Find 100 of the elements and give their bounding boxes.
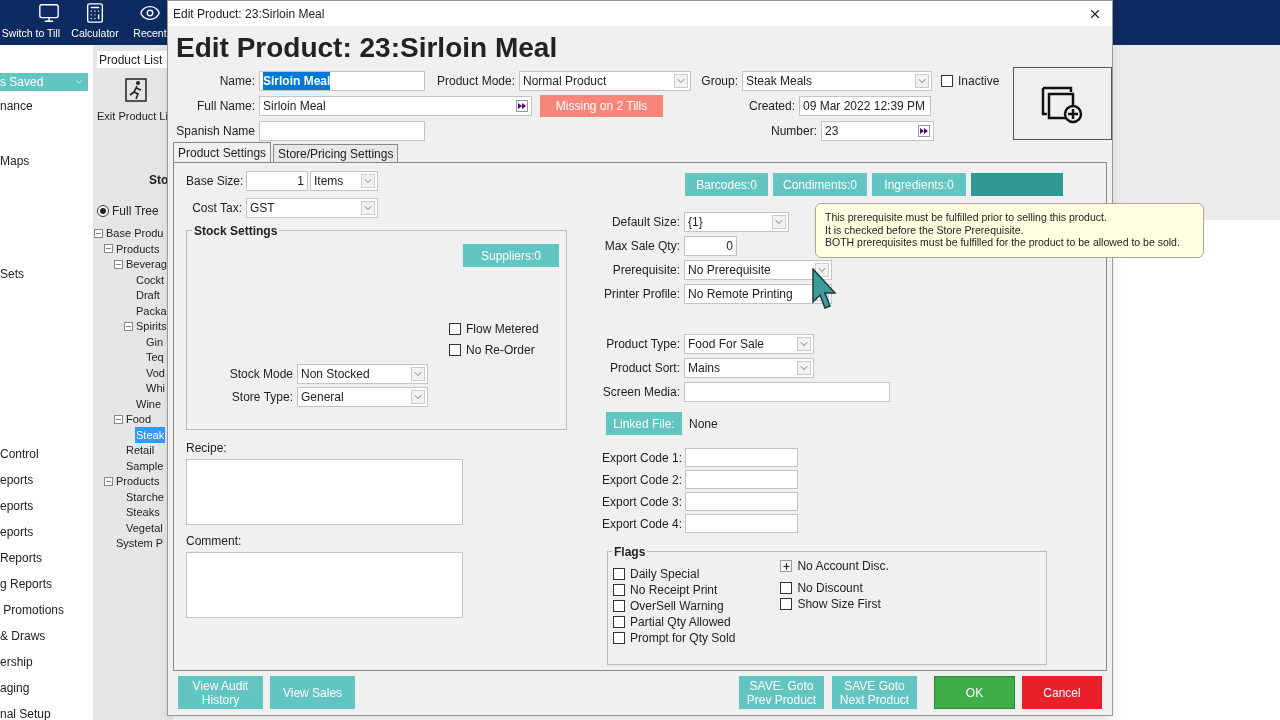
sidebar-item[interactable]: ership bbox=[0, 655, 93, 670]
double-arrow-icon[interactable] bbox=[516, 100, 528, 112]
tree-toggle[interactable] bbox=[124, 321, 133, 331]
field-label: Export Code 4: bbox=[602, 515, 684, 533]
text-field[interactable] bbox=[685, 470, 798, 489]
tab[interactable]: Store/Pricing Settings bbox=[273, 144, 399, 162]
sidebar-item[interactable]: nal Setup bbox=[0, 707, 93, 720]
tree-item[interactable]: Retail bbox=[125, 442, 156, 459]
tree-toggle[interactable] bbox=[104, 244, 113, 254]
cancel-button[interactable]: Cancel bbox=[1022, 676, 1102, 709]
dropdown[interactable]: Steak Meals bbox=[742, 71, 932, 91]
text-field[interactable]: Sirloin Meal bbox=[259, 96, 532, 116]
tree-item[interactable]: Vod bbox=[145, 364, 166, 381]
checkbox[interactable] bbox=[449, 344, 461, 356]
toolbar-button[interactable]: Switch to Till bbox=[0, 2, 60, 42]
text-field[interactable]: 23 bbox=[821, 121, 934, 141]
checkbox-label: Daily Special bbox=[630, 566, 700, 583]
field-label: Export Code 3: bbox=[602, 493, 684, 511]
sidebar-item[interactable]: Sets bbox=[0, 267, 93, 282]
checkbox[interactable] bbox=[449, 323, 461, 335]
dropdown[interactable]: Normal Product bbox=[519, 71, 691, 91]
sidebar-item[interactable]: eports bbox=[0, 525, 93, 540]
recipe-field[interactable] bbox=[186, 459, 463, 525]
dropdown[interactable]: Items bbox=[310, 171, 378, 191]
tree-item[interactable]: Beverag bbox=[125, 256, 168, 273]
sidebar-item[interactable]: eports bbox=[0, 473, 93, 488]
text-field[interactable]: Sirloin Meal bbox=[259, 71, 425, 91]
text-field[interactable]: 09 Mar 2022 12:39 PM bbox=[799, 96, 931, 116]
sidebar-item[interactable]: Control bbox=[0, 447, 93, 462]
dropdown[interactable]: Food For Sale bbox=[684, 334, 814, 354]
text-field[interactable] bbox=[685, 514, 798, 533]
tree-item[interactable]: Packa bbox=[135, 302, 168, 319]
tree-item[interactable]: Whi bbox=[145, 380, 166, 397]
checkbox[interactable] bbox=[780, 582, 793, 594]
text-field[interactable]: 1 bbox=[246, 171, 308, 191]
tree-item[interactable]: System P bbox=[115, 535, 165, 552]
dropdown[interactable]: No Prerequisite bbox=[684, 260, 832, 280]
tree-toggle[interactable] bbox=[94, 228, 103, 238]
checkbox[interactable] bbox=[613, 568, 625, 580]
tree-item[interactable]: Products bbox=[115, 240, 161, 257]
checkbox-label: Prompt for Qty Sold bbox=[630, 630, 736, 647]
dropdown[interactable]: General bbox=[297, 387, 428, 407]
text-field[interactable] bbox=[685, 448, 798, 467]
checkbox[interactable] bbox=[613, 600, 625, 612]
chevron-icon bbox=[674, 74, 688, 88]
tree-item[interactable]: Draft bbox=[135, 287, 161, 304]
text-field[interactable] bbox=[684, 382, 890, 402]
dropdown[interactable]: GST bbox=[246, 198, 378, 218]
toolbar-button[interactable]: Calculator bbox=[60, 2, 130, 42]
tree-toggle[interactable] bbox=[114, 414, 123, 424]
tree-item[interactable]: Teq bbox=[145, 349, 165, 366]
tree-item[interactable]: Starche bbox=[125, 488, 165, 505]
dropdown[interactable]: {1} bbox=[684, 212, 789, 232]
tree-item[interactable]: Base Produ bbox=[105, 225, 165, 242]
text-field[interactable] bbox=[685, 492, 798, 511]
checkbox[interactable] bbox=[780, 598, 793, 610]
comment-field[interactable] bbox=[186, 552, 463, 618]
tree-item[interactable]: Steaks bbox=[125, 504, 161, 521]
sidebar-item[interactable]: g Reports bbox=[0, 577, 93, 592]
tree-toggle[interactable] bbox=[114, 259, 123, 269]
chevron-icon bbox=[361, 201, 375, 215]
sidebar-item[interactable]: Maps bbox=[0, 154, 93, 169]
tree-item[interactable]: Spirits bbox=[135, 318, 168, 335]
sidebar-item[interactable]: Reports bbox=[0, 551, 93, 566]
text-field[interactable]: 0 bbox=[684, 236, 737, 256]
field-label: Recipe: bbox=[186, 440, 228, 457]
dropdown[interactable]: Non Stocked bbox=[297, 364, 428, 384]
checkbox[interactable] bbox=[613, 616, 625, 628]
tree-item[interactable]: Cockt bbox=[135, 271, 166, 288]
expander-label: No Account Disc. bbox=[797, 558, 889, 575]
tree-toggle[interactable] bbox=[104, 476, 113, 486]
radio-button[interactable] bbox=[97, 204, 109, 217]
tree-item[interactable]: Products bbox=[115, 473, 161, 490]
expand-icon[interactable] bbox=[780, 560, 793, 572]
tree-item[interactable]: Sample bbox=[125, 457, 165, 474]
mouse-cursor-icon bbox=[812, 268, 836, 311]
tree-item[interactable]: Gin bbox=[145, 333, 165, 350]
checkbox[interactable] bbox=[613, 632, 625, 644]
add-image-button[interactable] bbox=[1013, 67, 1112, 140]
field-label: Stock Mode bbox=[228, 366, 294, 383]
exit-button[interactable]: Exit Product Li bbox=[97, 78, 173, 125]
checkbox[interactable] bbox=[941, 75, 953, 87]
checkbox-label: Flow Metered bbox=[466, 321, 539, 338]
chevron-icon bbox=[361, 174, 375, 188]
checkbox[interactable] bbox=[613, 584, 625, 596]
toolbar-button[interactable]: Recent bbox=[130, 2, 170, 42]
double-arrow-icon[interactable] bbox=[918, 125, 930, 137]
window-title: Edit Product: 23:Sirloin Meal bbox=[173, 5, 325, 23]
tab[interactable]: Product Settings bbox=[173, 142, 272, 162]
sidebar-item[interactable]: nance bbox=[0, 99, 93, 114]
tree-item[interactable]: Vegetal bbox=[125, 519, 164, 536]
dropdown[interactable]: Mains bbox=[684, 358, 814, 378]
tree-item[interactable]: Food bbox=[125, 411, 153, 428]
text-field[interactable] bbox=[259, 121, 425, 141]
tree-item[interactable]: Wine bbox=[135, 395, 163, 412]
sidebar-item[interactable]: Promotions bbox=[0, 603, 93, 618]
sidebar-item[interactable]: eports bbox=[0, 499, 93, 514]
sidebar-item[interactable]: & Draws bbox=[0, 629, 93, 644]
checkbox-label: No Discount bbox=[797, 580, 863, 597]
sidebar-item[interactable]: aging bbox=[0, 681, 93, 696]
